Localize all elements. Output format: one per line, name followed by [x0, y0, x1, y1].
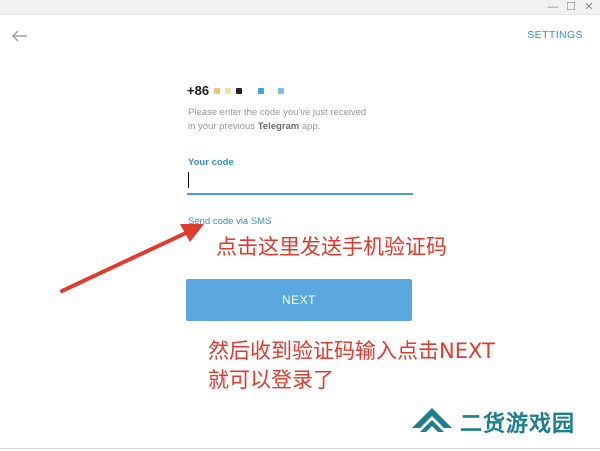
- redaction-blob: [278, 87, 285, 94]
- redaction-blob: [236, 87, 243, 94]
- text-caret: [188, 172, 189, 188]
- redaction-blob: [225, 87, 232, 94]
- title-bar: — ☐ ✕: [0, 0, 600, 15]
- arrow-left-icon[interactable]: [10, 28, 32, 44]
- window-bottom-border: [0, 448, 600, 449]
- maximize-icon[interactable]: ☐: [563, 0, 579, 14]
- phone-number: +86: [187, 83, 285, 98]
- code-input[interactable]: [187, 169, 413, 195]
- next-button[interactable]: NEXT: [186, 279, 412, 321]
- watermark-text: 二货游戏园: [460, 412, 576, 437]
- redaction-blob: [214, 87, 221, 94]
- send-sms-link[interactable]: Send code via SMS: [188, 216, 271, 227]
- close-icon[interactable]: ✕: [581, 0, 597, 14]
- phone-prefix: +86: [187, 83, 210, 98]
- watermark: 二货游戏园: [410, 406, 575, 438]
- redaction-blob: [258, 87, 265, 94]
- annotation-instruction: 然后收到验证码输入点击NEXT 就可以登录了: [208, 339, 495, 392]
- watermark-logo-icon: [412, 408, 452, 432]
- annotation-send-sms: 点击这里发送手机验证码: [216, 235, 447, 259]
- code-hint: Please enter the code you've just receiv…: [188, 107, 367, 132]
- minimize-icon[interactable]: —: [545, 0, 561, 14]
- settings-button[interactable]: SETTINGS: [527, 29, 583, 41]
- code-field-label: Your code: [188, 157, 234, 168]
- app-name: Telegram: [257, 121, 300, 132]
